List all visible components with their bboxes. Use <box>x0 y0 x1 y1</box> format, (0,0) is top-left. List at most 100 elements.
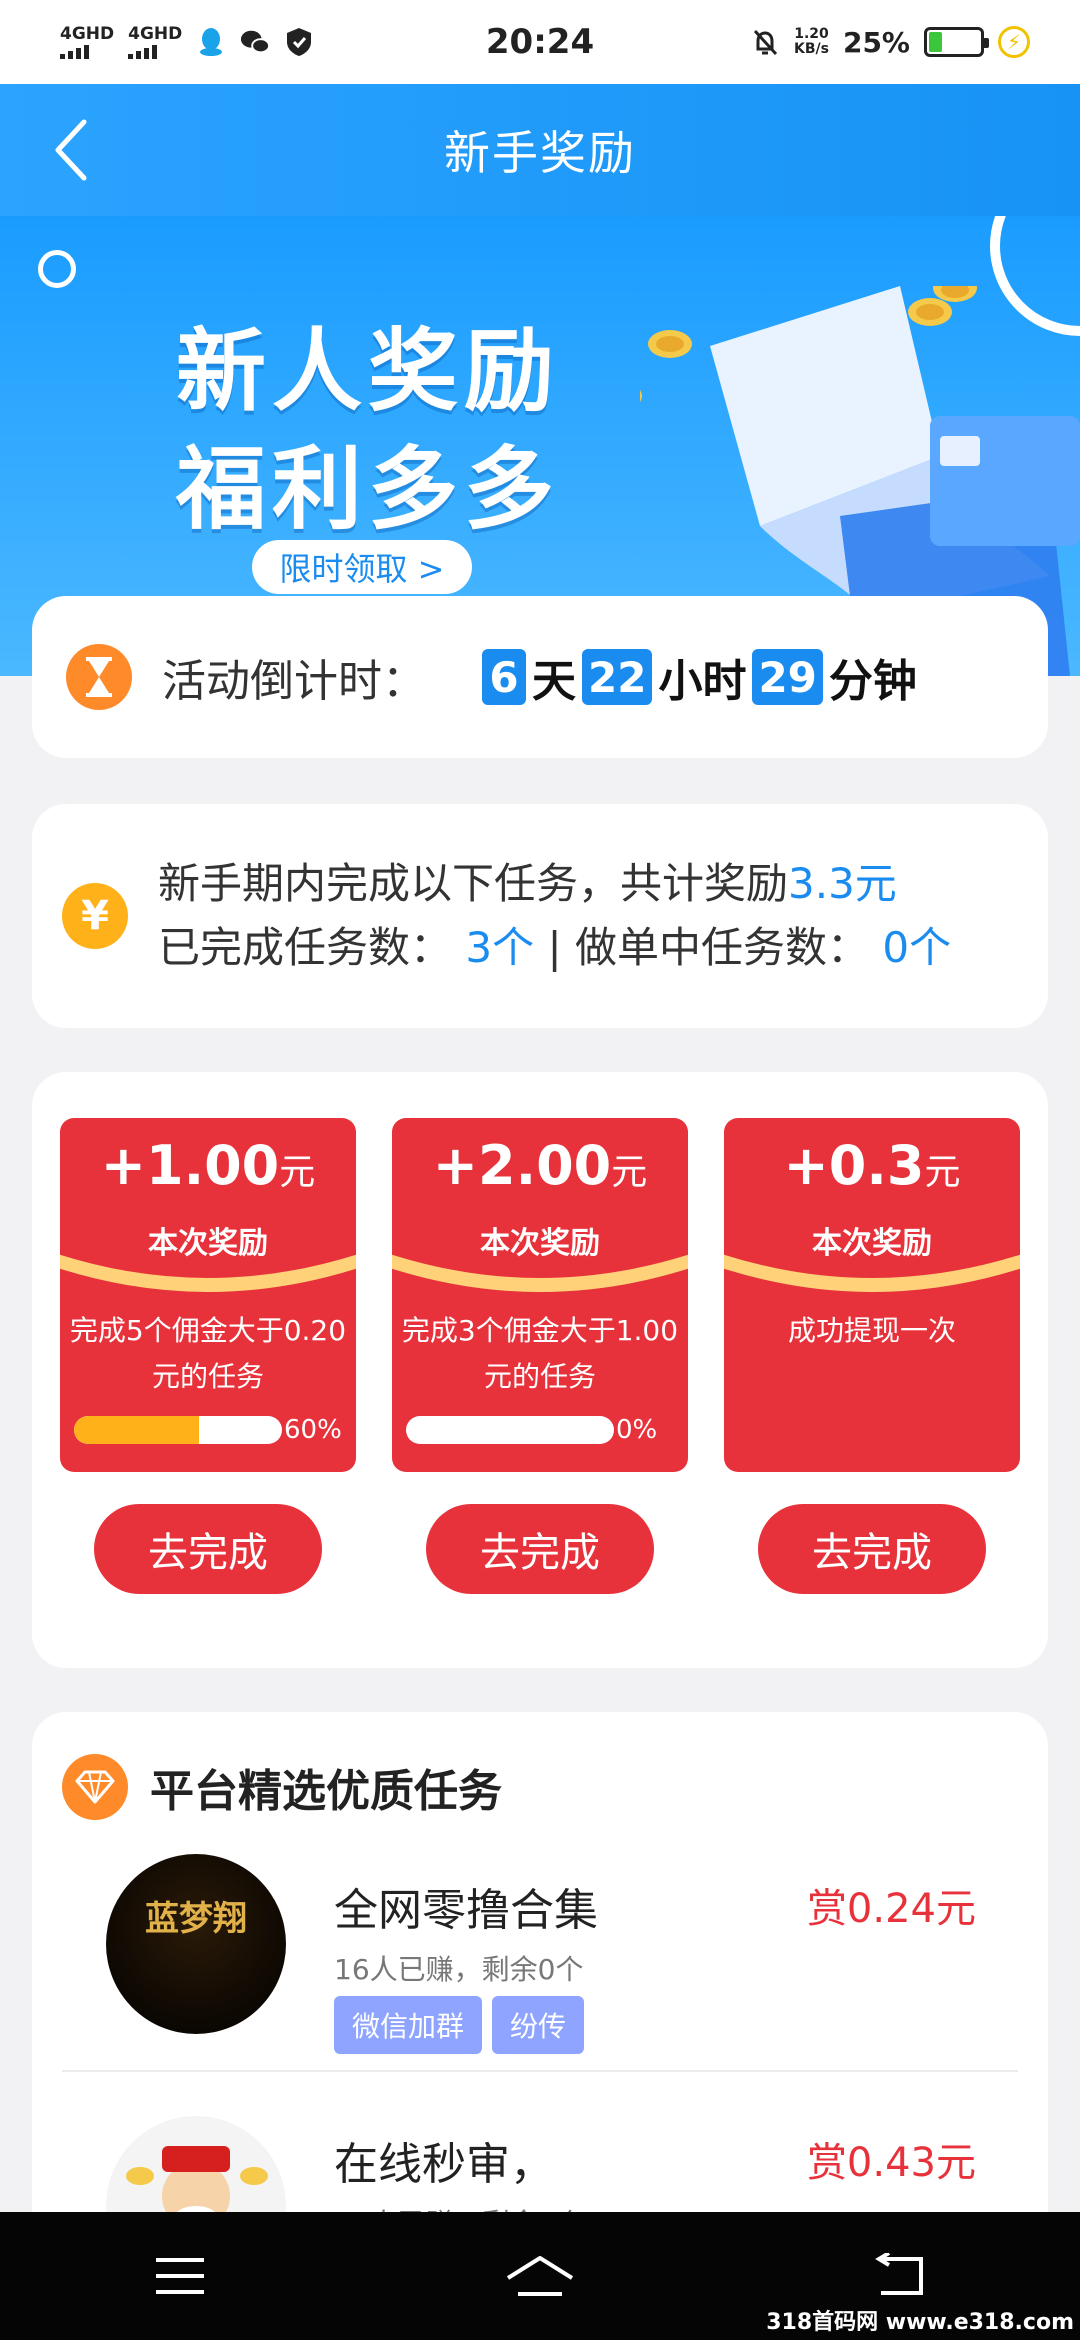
page-title: 新手奖励 <box>444 126 636 180</box>
task-amount-unit: 元 <box>279 1152 316 1193</box>
mute-bell-icon <box>750 27 780 57</box>
battery-percent: 25% <box>842 25 910 59</box>
featured-header: 平台精选优质任务 <box>62 1754 502 1820</box>
menu-icon <box>156 2258 204 2294</box>
back-button[interactable] <box>40 118 104 182</box>
banner-headline-1: 新人奖励 <box>176 319 560 424</box>
doing-count: 0个 <box>882 923 952 972</box>
progress-text: 60% <box>284 1415 342 1445</box>
diamond-icon <box>62 1754 128 1820</box>
app-screen: 4GHD 4GHD 20:24 1.20 KB/s 25% ⚡ 新手奖励 新人奖… <box>0 0 1080 2340</box>
avatar-logo-text: 蓝梦翔 <box>145 1899 247 1939</box>
speed-unit: KB/s <box>794 41 829 57</box>
task-amount: +2.00元 <box>392 1134 688 1197</box>
countdown-minutes: 29 <box>752 649 823 705</box>
go-complete-button-2[interactable]: 去完成 <box>426 1504 654 1594</box>
task-amount-value: +1.00 <box>100 1134 280 1197</box>
task-progress: 0% <box>406 1414 676 1446</box>
task-amount-unit: 元 <box>611 1152 648 1193</box>
task-meta: 16人已赚，剩余0个 <box>334 1953 584 1986</box>
task-price: 赏0.24元 <box>806 1886 976 1932</box>
yuan-symbol: ¥ <box>81 893 109 939</box>
menu-button[interactable] <box>135 2231 225 2321</box>
return-icon <box>875 2253 923 2295</box>
progress-bar <box>74 1416 282 1444</box>
summary-prefix: 新手期内完成以下任务，共计奖励 <box>158 859 789 908</box>
task-desc-line-2: 元的任务 <box>151 1360 264 1393</box>
task-card-3[interactable]: +0.3元 本次奖励 成功提现一次 <box>724 1118 1020 1472</box>
task-amount-value: +2.00 <box>432 1134 612 1197</box>
task-avatar-1: 蓝梦翔 <box>106 1854 286 2034</box>
countdown-card: 活动倒计时： 6 天 22 小时 29 分钟 <box>32 596 1048 758</box>
task-name: 全网零撸合集 <box>334 1885 598 1936</box>
task-description: 完成3个佣金大于1.00 元的任务 <box>392 1308 688 1400</box>
coin-icon <box>908 298 952 326</box>
decor-circle <box>38 250 76 288</box>
countdown-hours-unit: 小时 <box>658 656 747 707</box>
task-card-2[interactable]: +2.00元 本次奖励 完成3个佣金大于1.00 元的任务 0% <box>392 1118 688 1472</box>
doing-label: 做单中任务数： <box>574 923 869 972</box>
status-right: 1.20 KB/s 25% ⚡ <box>750 26 1030 59</box>
reward-summary-card: ¥ 新手期内完成以下任务，共计奖励3.3元 已完成任务数： 3个 | 做单中任务… <box>32 804 1048 1028</box>
countdown-days: 6 <box>482 649 526 705</box>
back-arrow-icon <box>55 119 87 181</box>
task-tags: 微信加群 纷传 <box>334 1996 585 2054</box>
progress-text: 0% <box>616 1415 658 1445</box>
status-bar: 4GHD 4GHD 20:24 1.20 KB/s 25% ⚡ <box>0 0 1080 84</box>
task-description: 完成5个佣金大于0.20 元的任务 <box>60 1308 356 1400</box>
banner-headline-2: 福利多多 <box>176 437 560 542</box>
featured-tasks-card: 平台精选优质任务 蓝梦翔 全网零撸合集 赏0.24元 16人已赚，剩余0个 微信… <box>32 1712 1048 2296</box>
progress-fill <box>74 1416 199 1444</box>
go-complete-button-3[interactable]: 去完成 <box>758 1504 986 1594</box>
signal-bars-icon <box>128 44 158 59</box>
task-progress: 60% <box>74 1414 344 1446</box>
summary-total-reward: 3.3元 <box>788 859 897 908</box>
signal-indicator-2: 4GHD <box>128 23 183 59</box>
summary-separator: | <box>547 923 575 972</box>
yuan-coin-icon: ¥ <box>62 883 128 949</box>
hourglass-icon <box>66 644 132 710</box>
tag-wechat-group: 微信加群 <box>334 1996 483 2054</box>
countdown-values: 6 天 22 小时 29 分钟 <box>482 645 917 709</box>
tag-fenchuan: 纷传 <box>492 1996 585 2054</box>
summary-line-1: 新手期内完成以下任务，共计奖励3.3元 <box>158 852 951 916</box>
task-description: 成功提现一次 <box>724 1308 1020 1354</box>
site-watermark: 318首码网 www.e318.com <box>766 2310 1074 2335</box>
task-amount-value: +0.3 <box>783 1134 925 1197</box>
task-desc-line-1: 完成3个佣金大于1.00 <box>401 1314 679 1347</box>
task-desc-line-1: 成功提现一次 <box>787 1314 956 1347</box>
system-nav-bar: 318首码网 www.e318.com <box>0 2212 1080 2340</box>
home-button[interactable] <box>495 2231 585 2321</box>
battery-icon <box>924 27 989 57</box>
summary-line-2: 已完成任务数： 3个 | 做单中任务数： 0个 <box>158 916 951 980</box>
countdown-label: 活动倒计时： <box>162 656 426 707</box>
coin-icon <box>648 330 692 358</box>
wechat-icon <box>240 27 271 57</box>
go-complete-button-1[interactable]: 去完成 <box>94 1504 322 1594</box>
task-desc-line-1: 完成5个佣金大于0.20 <box>69 1314 347 1347</box>
completed-count: 3个 <box>465 923 535 972</box>
charging-icon: ⚡ <box>998 26 1030 58</box>
status-left: 4GHD 4GHD <box>60 23 314 59</box>
signal-label-2: 4GHD <box>128 23 183 44</box>
shield-icon <box>284 27 314 57</box>
progress-bar <box>406 1416 614 1444</box>
task-price: 赏0.43元 <box>806 2140 976 2186</box>
task-amount: +0.3元 <box>724 1134 1020 1197</box>
countdown-minutes-unit: 分钟 <box>828 656 917 707</box>
task-name: 在线秒审， <box>334 2139 554 2190</box>
countdown-days-unit: 天 <box>532 656 576 707</box>
task-card-1[interactable]: +1.00元 本次奖励 完成5个佣金大于0.20 元的任务 60% <box>60 1118 356 1472</box>
task-list-card: +1.00元 本次奖励 完成5个佣金大于0.20 元的任务 60% 去完成 +2.… <box>32 1072 1048 1668</box>
completed-label: 已完成任务数： <box>158 923 453 972</box>
summary-text: 新手期内完成以下任务，共计奖励3.3元 已完成任务数： 3个 | 做单中任务数：… <box>158 852 951 980</box>
network-speed: 1.20 KB/s <box>794 27 829 56</box>
task-desc-line-2: 元的任务 <box>483 1360 596 1393</box>
task-amount: +1.00元 <box>60 1134 356 1197</box>
title-bar: 新手奖励 <box>0 84 1080 216</box>
battery-fill <box>929 32 942 52</box>
claim-now-button[interactable]: 限时领取 > <box>252 540 472 594</box>
signal-indicator-1: 4GHD <box>60 25 114 59</box>
home-icon <box>506 2256 574 2296</box>
signal-bars-icon <box>60 44 89 59</box>
